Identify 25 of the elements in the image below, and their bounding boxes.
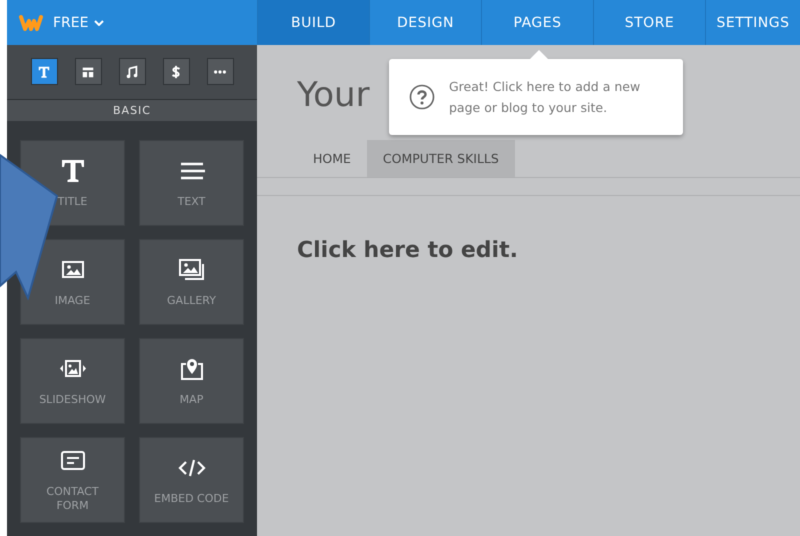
element-tile[interactable]: EMBED CODE bbox=[139, 437, 244, 523]
category-button[interactable] bbox=[118, 58, 146, 85]
page-tab[interactable]: COMPUTER SKILLS bbox=[366, 140, 515, 177]
element-tile[interactable]: TEXT bbox=[139, 140, 244, 226]
category-button[interactable] bbox=[162, 58, 190, 85]
section-header: BASIC bbox=[7, 99, 257, 121]
caret-icon bbox=[94, 20, 104, 26]
element-tile[interactable]: CONTACT FORM bbox=[20, 437, 125, 523]
help-icon bbox=[409, 84, 435, 110]
dollar-icon bbox=[169, 64, 183, 78]
site-title[interactable]: Your bbox=[297, 75, 370, 115]
music-icon bbox=[125, 64, 139, 78]
page-tab[interactable]: HOME bbox=[297, 140, 367, 177]
element-tile[interactable]: SLIDESHOW bbox=[20, 338, 125, 424]
element-tile[interactable]: MAP bbox=[139, 338, 244, 424]
category-button[interactable] bbox=[74, 58, 102, 85]
nav-tab[interactable]: BUILD bbox=[257, 0, 369, 45]
layout-icon bbox=[81, 64, 95, 78]
category-button[interactable] bbox=[206, 58, 234, 85]
element-tile[interactable]: GALLERY bbox=[139, 239, 244, 325]
category-button[interactable] bbox=[30, 58, 58, 85]
text-icon bbox=[37, 64, 51, 78]
plan-dropdown[interactable]: FREE bbox=[53, 14, 104, 30]
tooltip-text: Great! Click here to add a new page or blog to your site. bbox=[449, 78, 642, 117]
placeholder-text[interactable]: Click here to edit. bbox=[297, 238, 518, 263]
